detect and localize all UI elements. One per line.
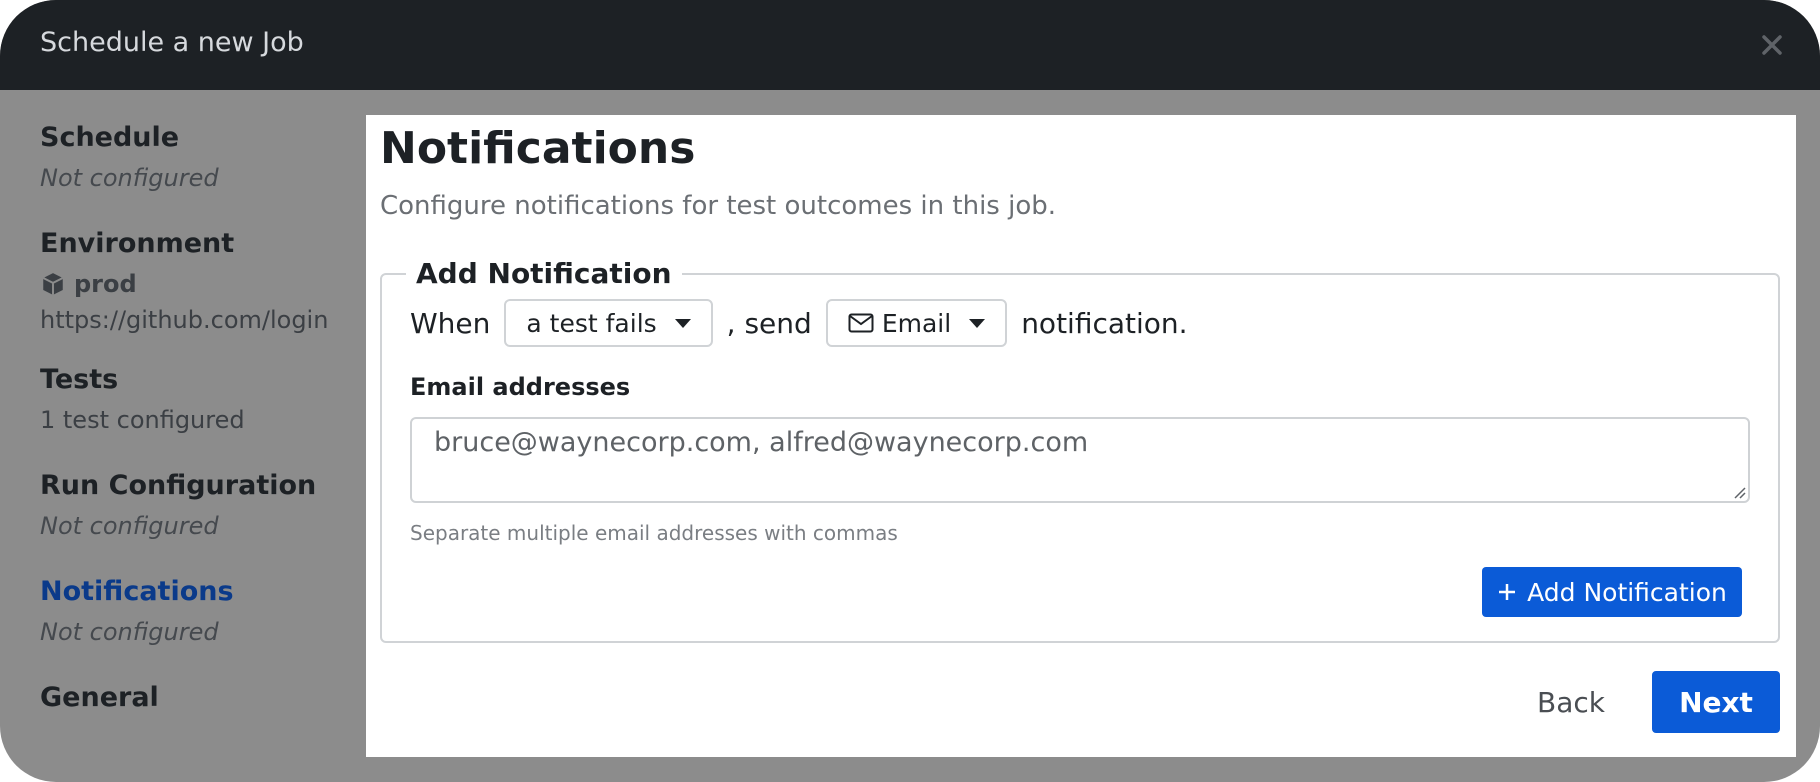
email-addresses-input[interactable]: bruce@waynecorp.com, alfred@waynecorp.co… xyxy=(410,417,1750,503)
suffix-label: notification. xyxy=(1021,306,1188,340)
step-run-configuration-status: Not configured xyxy=(40,512,219,540)
back-button[interactable]: Back xyxy=(1516,671,1626,733)
step-notifications-status: Not configured xyxy=(40,618,219,646)
plus-icon xyxy=(1499,584,1516,600)
page-description: Configure notifications for test outcome… xyxy=(380,191,1056,221)
step-environment-title: Environment xyxy=(40,228,235,259)
step-run-configuration[interactable]: Run Configuration Not configured xyxy=(40,468,316,544)
trigger-dropdown[interactable]: a test fails xyxy=(504,299,713,347)
when-label: When xyxy=(410,306,491,340)
environment-name-row: prod xyxy=(40,266,328,302)
notification-rule-row: When a test fails , send Email notificat… xyxy=(410,299,1188,347)
step-general[interactable]: General xyxy=(40,680,159,716)
step-tests-title: Tests xyxy=(40,364,119,395)
send-label: , send xyxy=(726,306,812,340)
modal-header: Schedule a new Job xyxy=(0,0,1820,90)
wizard-steps-sidebar: Schedule Not configured Environment prod… xyxy=(0,90,366,782)
close-button[interactable] xyxy=(1754,27,1790,63)
caret-down-icon xyxy=(969,318,986,328)
add-notification-fieldset: Add Notification When a test fails , sen… xyxy=(380,257,1780,643)
next-button[interactable]: Next xyxy=(1652,671,1780,733)
page-title: Notifications xyxy=(380,123,696,174)
email-addresses-label: Email addresses xyxy=(410,373,631,401)
step-environment[interactable]: Environment prod https://github.com/logi… xyxy=(40,226,328,338)
trigger-value: a test fails xyxy=(526,308,657,338)
caret-down-icon xyxy=(674,318,691,328)
add-notification-label: Add Notification xyxy=(1527,577,1727,607)
environment-url: https://github.com/login xyxy=(40,306,329,334)
step-schedule-status: Not configured xyxy=(40,164,219,192)
notifications-panel: Notifications Configure notifications fo… xyxy=(366,115,1796,757)
step-tests-status: 1 test configured xyxy=(40,406,245,434)
environment-name: prod xyxy=(74,270,137,298)
step-tests[interactable]: Tests 1 test configured xyxy=(40,362,245,438)
step-run-configuration-title: Run Configuration xyxy=(40,470,317,501)
step-notifications[interactable]: Notifications Not configured xyxy=(40,574,234,650)
step-general-title: General xyxy=(40,682,159,713)
cube-icon xyxy=(42,273,64,295)
fieldset-legend: Add Notification xyxy=(406,257,682,290)
close-icon xyxy=(1762,35,1782,55)
email-help-text: Separate multiple email addresses with c… xyxy=(410,521,898,545)
mail-icon xyxy=(848,313,874,333)
resize-grip-icon[interactable] xyxy=(1732,485,1746,499)
step-notifications-title: Notifications xyxy=(40,576,234,607)
step-schedule-title: Schedule xyxy=(40,122,180,153)
channel-dropdown[interactable]: Email xyxy=(825,299,1008,347)
modal-title: Schedule a new Job xyxy=(40,27,304,58)
step-schedule[interactable]: Schedule Not configured xyxy=(40,120,219,196)
channel-value: Email xyxy=(881,308,952,338)
add-notification-button[interactable]: Add Notification xyxy=(1482,567,1742,617)
schedule-job-modal: Schedule a new Job Schedule Not configur… xyxy=(0,0,1820,782)
